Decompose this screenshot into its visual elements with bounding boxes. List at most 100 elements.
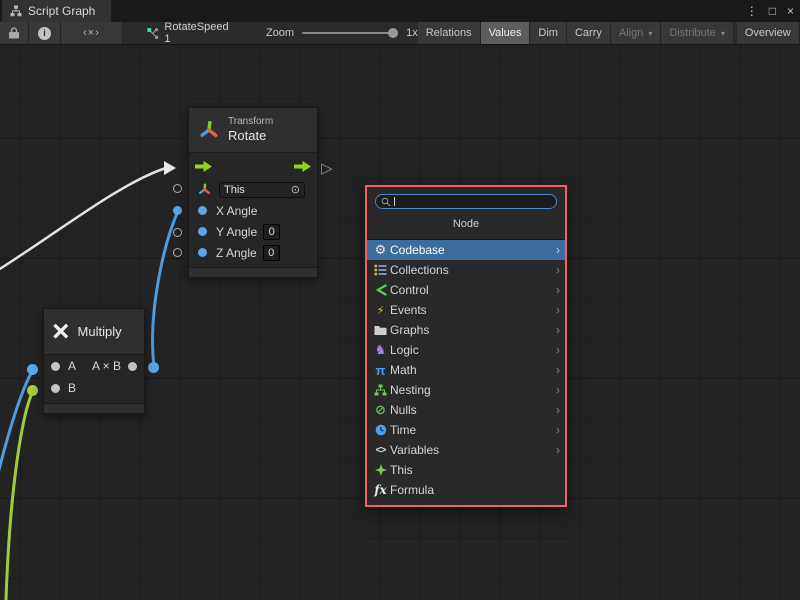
this-field-value: This <box>224 184 291 196</box>
a-input-port[interactable] <box>51 362 60 371</box>
code-view-button[interactable]: ‹×› <box>61 22 123 44</box>
breadcrumb[interactable]: RotateSpeed 1 <box>137 22 240 44</box>
chevron-right-icon: › <box>556 443 560 457</box>
maximize-icon[interactable]: □ <box>769 4 776 18</box>
fx-icon: fx <box>372 483 389 497</box>
chevron-right-icon: › <box>556 403 560 417</box>
this-port-outer[interactable] <box>173 184 182 193</box>
flow-in-arrow-icon[interactable] <box>195 161 212 172</box>
finder-item-logic[interactable]: ♞ Logic › <box>367 340 565 360</box>
values-button[interactable]: Values <box>481 22 531 44</box>
finder-item-nesting[interactable]: Nesting › <box>367 380 565 400</box>
multiply-output-wire-end[interactable] <box>148 362 159 373</box>
finder-item-math[interactable]: π Math › <box>367 360 565 380</box>
angle-brackets-icon: <> <box>372 445 389 456</box>
zoom-label: Zoom <box>266 27 294 39</box>
breadcrumb-label: RotateSpeed 1 <box>164 22 230 45</box>
y-angle-port[interactable] <box>198 227 207 236</box>
finder-item-control[interactable]: Control › <box>367 280 565 300</box>
multiply-b-row[interactable]: B <box>44 377 144 399</box>
finder-item-variables[interactable]: <> Variables › <box>367 440 565 460</box>
flow-input-port[interactable] <box>164 161 176 175</box>
distribute-dropdown[interactable]: Distribute ▾ <box>661 22 733 44</box>
subgraph-icon <box>372 384 389 396</box>
this-object-field[interactable]: This ⊙ <box>219 182 305 198</box>
this-port-row[interactable]: This ⊙ <box>189 179 317 200</box>
rotate-node-header[interactable]: Transform Rotate <box>189 108 317 153</box>
z-angle-port-outer[interactable] <box>173 248 182 257</box>
lock-button[interactable] <box>0 22 29 44</box>
flow-output-port[interactable]: ▷ <box>321 161 333 176</box>
finder-item-nulls[interactable]: ⊘ Nulls › <box>367 400 565 420</box>
node-title: Rotate <box>228 128 273 144</box>
overview-button[interactable]: Overview <box>737 22 800 44</box>
y-angle-port-outer[interactable] <box>173 228 182 237</box>
output-label: A × B <box>92 359 121 373</box>
graph-canvas[interactable]: ▷ Transform Rotate <box>0 45 800 600</box>
y-angle-row[interactable]: Y Angle 0 <box>189 221 317 242</box>
b-input-port[interactable] <box>51 384 60 393</box>
z-angle-port[interactable] <box>198 248 207 257</box>
tab-script-graph[interactable]: Script Graph <box>2 0 111 22</box>
flow-wire-white[interactable] <box>0 168 166 272</box>
dim-button[interactable]: Dim <box>530 22 567 44</box>
finder-item-collections[interactable]: Collections › <box>367 260 565 280</box>
code-view-icon: ‹×› <box>83 27 100 39</box>
x-angle-port[interactable] <box>198 206 207 215</box>
zoom-slider[interactable] <box>302 32 398 34</box>
finder-header: Node <box>367 209 565 239</box>
close-icon[interactable]: × <box>787 4 794 18</box>
carry-button[interactable]: Carry <box>567 22 611 44</box>
null-icon: ⊘ <box>372 402 389 418</box>
value-wire-into-b[interactable] <box>6 391 33 600</box>
finder-search-input[interactable] <box>375 194 557 209</box>
tab-label: Script Graph <box>28 4 95 18</box>
multiply-a-wire-end[interactable] <box>27 364 38 375</box>
info-icon: i <box>38 27 51 40</box>
multiply-node-header[interactable]: × Multiply <box>44 309 144 355</box>
chevron-right-icon: › <box>556 283 560 297</box>
x-angle-row[interactable]: X Angle <box>189 200 317 221</box>
finder-item-time[interactable]: Time › <box>367 420 565 440</box>
flow-out-arrow-icon[interactable] <box>294 161 311 172</box>
zoom-slider-handle[interactable] <box>388 28 398 38</box>
branch-icon <box>372 284 389 296</box>
product-output-port[interactable] <box>128 362 137 371</box>
rotate-node[interactable]: Transform Rotate This ⊙ <box>188 107 318 278</box>
chevron-right-icon: › <box>556 343 560 357</box>
node-finder-popup: Node ⚙ Codebase › Collections › <box>365 185 567 507</box>
multiply-b-wire-end[interactable] <box>27 385 38 396</box>
flow-ports-row <box>189 153 317 179</box>
finder-item-codebase[interactable]: ⚙ Codebase › <box>367 240 565 260</box>
gear-icon: ⚙ <box>372 242 389 258</box>
zoom-control: Zoom 1x <box>266 22 418 44</box>
y-angle-input[interactable]: 0 <box>263 224 280 240</box>
chevron-right-icon: › <box>556 303 560 317</box>
object-picker-icon[interactable]: ⊙ <box>291 183 300 196</box>
chevron-right-icon: › <box>556 363 560 377</box>
multiply-icon: × <box>52 312 70 352</box>
clock-icon <box>372 424 389 436</box>
x-angle-port-outer[interactable] <box>173 206 182 215</box>
node-category: Transform <box>228 116 273 129</box>
finder-item-events[interactable]: ⚡ Events › <box>367 300 565 320</box>
more-menu-icon[interactable]: ⋮ <box>746 4 758 18</box>
relations-button[interactable]: Relations <box>418 22 481 44</box>
list-icon <box>372 264 389 276</box>
finder-item-formula[interactable]: fx Formula <box>367 480 565 500</box>
finder-item-this[interactable]: This <box>367 460 565 480</box>
multiply-a-row[interactable]: A A × B <box>44 355 144 377</box>
finder-item-graphs[interactable]: Graphs › <box>367 320 565 340</box>
folder-icon <box>372 325 389 336</box>
graph-toolbar: i ‹×› RotateSpeed 1 Zoom 1x Relations Va… <box>0 22 800 45</box>
text-caret <box>394 197 395 206</box>
inspect-button[interactable]: i <box>29 22 61 44</box>
knight-icon: ♞ <box>372 342 389 358</box>
z-angle-input[interactable]: 0 <box>263 245 280 261</box>
align-dropdown[interactable]: Align ▾ <box>611 22 661 44</box>
z-angle-row[interactable]: Z Angle 0 <box>189 242 317 263</box>
star-icon <box>372 464 389 476</box>
graph-icon <box>10 5 22 17</box>
multiply-node[interactable]: × Multiply A A × B B <box>43 308 145 414</box>
finder-list: ⚙ Codebase › Collections › <box>367 239 565 500</box>
